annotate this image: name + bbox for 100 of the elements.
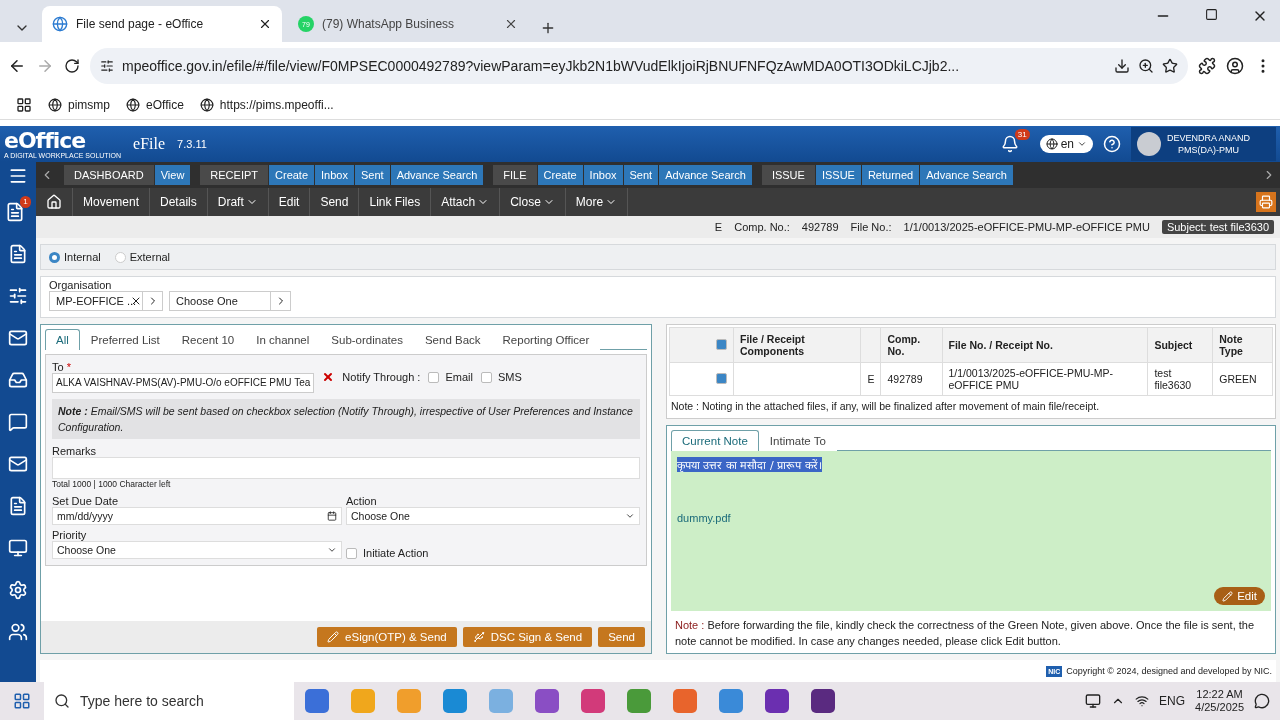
sliders-icon[interactable] (8, 286, 28, 306)
column-header: File / Receipt Components (733, 327, 861, 363)
sub-organisation-select[interactable]: Choose One (169, 291, 291, 311)
row-checkbox[interactable] (716, 372, 727, 384)
notification-icon[interactable] (1254, 693, 1270, 709)
nav-link[interactable]: Advance Search (659, 165, 752, 185)
monitor-icon[interactable] (8, 538, 28, 558)
nav-link[interactable]: Create (537, 165, 583, 185)
checkbox[interactable] (346, 547, 357, 559)
zoom-icon[interactable] (1138, 58, 1154, 74)
file-number: 1/1/0013/2025-eOFFICE-PMU-MP-eOFFICE PMU (903, 221, 1150, 233)
clear-icon[interactable] (130, 295, 142, 307)
nav-link[interactable]: ISSUE (815, 165, 861, 185)
site-settings-icon[interactable] (100, 59, 114, 73)
character-counter: Total 1000 | 1000 Character left (52, 479, 172, 489)
help-icon[interactable] (1103, 135, 1121, 153)
close-icon[interactable] (258, 17, 272, 31)
table-cell: 1/1/0013/2025-eOFFICE-PMU-MP-eOFFICE PMU (942, 362, 1148, 396)
network-icon[interactable] (1135, 694, 1150, 708)
nav-link[interactable]: Create (269, 165, 315, 185)
new-tab-icon[interactable] (540, 20, 556, 36)
menu-icon[interactable] (8, 166, 28, 186)
bookmark[interactable]: https://pims.mpeoffi... (219, 97, 334, 112)
attachment-link[interactable]: dummy.pdf (677, 512, 731, 524)
apps-icon[interactable] (16, 96, 32, 113)
nav-link[interactable]: Inbox (583, 165, 623, 185)
bookmark[interactable]: pimsmp (68, 97, 110, 112)
app-name: eFile (133, 135, 166, 153)
nav-section: FILE (493, 165, 537, 185)
url-text: mpeoffice.gov.in/efile/#/file/view/F0MPSEC0000492789?viewParam=eyJkb2N1bWVudElkIjoiRjBNUFNFQzAwMDA0OTI3ODkiLCJjb2... (122, 58, 961, 74)
warning-text: Note : Before forwarding the file, kindly check the correctness of the Green Note, given above. Once the file is sent, the note cannot be modified. In case any changes needed, please click Edit button. (674, 618, 1256, 649)
radio-button[interactable] (114, 251, 126, 263)
edit-button[interactable]: Edit (1214, 587, 1265, 605)
due-date-label: Set Due Date (52, 495, 120, 507)
file-icon[interactable] (8, 244, 28, 264)
taskbar-app-icon[interactable] (581, 689, 605, 713)
star-icon[interactable] (1162, 58, 1178, 74)
caret-icon (625, 511, 635, 521)
checkbox[interactable] (480, 371, 492, 383)
document-icon[interactable] (8, 496, 28, 516)
message-icon[interactable] (8, 412, 28, 432)
organisation-select[interactable]: MP-EOFFICE ... (49, 291, 163, 311)
table-cell: 492789 (881, 362, 942, 396)
action-select[interactable]: Choose One (346, 507, 640, 525)
nav-link[interactable]: Returned (861, 165, 920, 185)
logo: eOffice (4, 129, 87, 152)
nav-link[interactable]: Sent (623, 165, 659, 185)
count-badge: 1 (20, 196, 31, 208)
radio-button[interactable] (49, 251, 60, 263)
priority-select[interactable]: Choose One (52, 541, 342, 559)
nav-section: ISSUE (761, 165, 815, 185)
due-date-field[interactable]: mm/dd/yyyy (52, 507, 342, 525)
user-menu[interactable]: DEVENDRA ANAND PMS(DA)-PMU (1131, 127, 1276, 161)
back-icon[interactable] (8, 57, 26, 75)
taskbar-app-icon[interactable] (305, 689, 329, 713)
maximize-icon[interactable] (1205, 8, 1218, 21)
install-icon[interactable] (1114, 58, 1130, 74)
remarks-field[interactable] (52, 457, 640, 479)
bookmark[interactable]: eOffice (146, 97, 184, 112)
profile-icon[interactable] (1226, 57, 1244, 75)
taskbar-search[interactable]: Type here to search (44, 682, 294, 720)
nav-link[interactable]: Sent (355, 165, 390, 185)
clock[interactable]: 12:22 AM 4/25/2025 (1195, 688, 1244, 714)
note-text: Note : Email/SMS will be sent based on checkbox selection (Notify Through), irrespective of User Preferences and Instance Configuration. (52, 399, 640, 439)
print-button[interactable] (1256, 192, 1276, 212)
address-bar[interactable]: mpeoffice.gov.in/efile/#/file/view/F0MPSEC0000492789?viewParam=eyJkb2N1bWVudElkIjoiRjBNUFNFQzAwMDA0OTI3ODkiLCJjb2... (90, 48, 1188, 84)
start-icon[interactable] (13, 692, 31, 710)
column-header: Note Type (1212, 327, 1273, 363)
nav-link[interactable]: Advance Search (920, 165, 1013, 185)
table-cell: E (860, 362, 881, 396)
nav-link[interactable]: Advance Search (390, 165, 484, 185)
taskbar-app-icon[interactable] (765, 689, 789, 713)
column-header: File No. / Receipt No. (942, 327, 1148, 363)
browser-tab[interactable]: File send page - eOffice (42, 6, 282, 42)
reload-icon[interactable] (64, 58, 80, 74)
nav-link[interactable]: View (154, 165, 191, 185)
select-all-checkbox[interactable] (716, 338, 727, 350)
to-field[interactable]: ALKA VAISHNAV-PMS(AV)-PMU-O/o eOFFICE PMU Tea (52, 373, 315, 393)
taskbar-app-icon[interactable] (535, 689, 559, 713)
usb-icon (472, 631, 485, 643)
taskbar-app-icon[interactable] (811, 689, 835, 713)
language-select[interactable]: en (1039, 135, 1093, 153)
caret-icon (327, 545, 337, 555)
users-icon[interactable] (8, 622, 28, 642)
mail-icon[interactable] (8, 328, 28, 348)
language-indicator[interactable]: ENG (1159, 694, 1186, 708)
inbox-icon[interactable] (8, 370, 28, 390)
gear-icon[interactable] (8, 580, 28, 600)
close-icon[interactable] (504, 17, 518, 31)
recipient-tab[interactable]: All (45, 329, 80, 350)
calendar-icon[interactable] (327, 511, 337, 521)
nav-link[interactable]: Inbox (315, 165, 354, 185)
bell-icon[interactable] (1000, 135, 1019, 153)
note-tab[interactable]: Current Note (671, 430, 759, 451)
table-cell: GREEN (1212, 362, 1273, 396)
monitor-icon[interactable] (1085, 693, 1102, 709)
version: 7.3.11 (177, 138, 207, 150)
checkbox[interactable] (428, 371, 440, 383)
puzzle-icon[interactable] (1198, 57, 1216, 75)
mail-icon[interactable] (8, 454, 28, 474)
